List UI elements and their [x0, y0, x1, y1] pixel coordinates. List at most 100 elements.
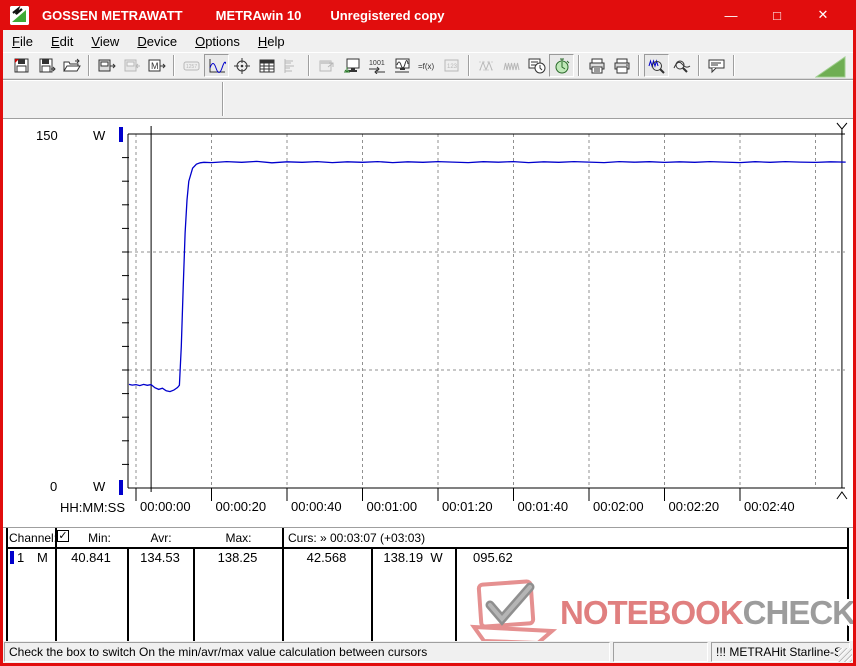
- menu-file[interactable]: File: [3, 32, 42, 51]
- value-avr: 134.53: [127, 550, 193, 565]
- zoom-curve-icon[interactable]: [669, 54, 694, 77]
- svg-text:00:01:20: 00:01:20: [442, 499, 493, 514]
- table-divider: [455, 547, 457, 642]
- toolbar-separator: [638, 55, 640, 76]
- y-axis-unit-bottom: W: [93, 479, 105, 494]
- status-bar: Check the box to switch On the min/avr/m…: [3, 641, 853, 663]
- y-axis-min-label: 0: [50, 479, 57, 494]
- timer-icon[interactable]: [549, 54, 574, 77]
- maximize-button[interactable]: □: [754, 0, 800, 30]
- wave-minmax-icon[interactable]: [474, 54, 499, 77]
- title-license-note: Unregistered copy: [330, 8, 444, 23]
- crosshair-icon[interactable]: [229, 54, 254, 77]
- svg-text:00:01:00: 00:01:00: [367, 499, 418, 514]
- toolbar-separator: [698, 55, 700, 76]
- menu-edit[interactable]: Edit: [42, 32, 82, 51]
- menu-options[interactable]: Options: [186, 32, 249, 51]
- svg-text:00:02:40: 00:02:40: [744, 499, 795, 514]
- table-divider: [6, 528, 8, 642]
- menu-device[interactable]: Device: [128, 32, 186, 51]
- notebookcheck-laptop-icon: [468, 575, 560, 651]
- numeric-window-icon[interactable]: 123: [439, 54, 464, 77]
- col-header-max: Max:: [195, 531, 282, 545]
- connection-status-triangle-icon: [815, 56, 846, 78]
- device-read-icon[interactable]: [94, 54, 119, 77]
- svg-text:=f(x): =f(x): [418, 62, 435, 71]
- table-header-rule: [6, 547, 848, 549]
- col-header-cursor: Curs: » 00:03:07 (+03:03): [288, 531, 425, 545]
- chart-view-icon[interactable]: [204, 54, 229, 77]
- table-divider: [55, 528, 57, 642]
- value-cursor2: 138.19 W: [371, 550, 455, 565]
- y-axis-max-label: 150: [36, 128, 58, 143]
- table-divider: [282, 528, 284, 642]
- svg-text:00:00:20: 00:00:20: [216, 499, 267, 514]
- device-write-icon[interactable]: [119, 54, 144, 77]
- open-folder-icon[interactable]: [59, 54, 84, 77]
- svg-text:1257: 1257: [186, 64, 197, 70]
- monitor-transfer-icon[interactable]: [339, 54, 364, 77]
- clock-window-icon[interactable]: [524, 54, 549, 77]
- svg-text:123: 123: [447, 64, 458, 70]
- minimize-button[interactable]: —: [708, 0, 754, 30]
- chart-panel: 00:00:00 00:00:20 00:00:40 00:01:00 00:01:20…: [3, 118, 853, 527]
- wave-dense-icon[interactable]: [499, 54, 524, 77]
- watermark-text-check: CHECK: [743, 594, 855, 631]
- monitor-wave-icon[interactable]: [389, 54, 414, 77]
- histogram-view-icon[interactable]: [279, 54, 304, 77]
- svg-text:01: 01: [377, 60, 385, 67]
- minmax-checkbox[interactable]: ✓: [57, 530, 69, 542]
- watermark-text-notebook: NOTEBOOK: [560, 594, 743, 631]
- col-header-min: Min:: [72, 531, 127, 545]
- table-view-icon[interactable]: [254, 54, 279, 77]
- save-icon[interactable]: [9, 54, 34, 77]
- statusbar-empty-panel: [613, 642, 708, 662]
- title-bar: GOSSEN METRAWATT METRAwin 10 Unregistere…: [0, 0, 856, 30]
- memory-read-icon[interactable]: M: [144, 54, 169, 77]
- svg-text:00:00:40: 00:00:40: [291, 499, 342, 514]
- tooltip-icon[interactable]: [704, 54, 729, 77]
- statusbar-device: !!! METRAHit Starline-S: [711, 642, 850, 662]
- value-cursor1: 42.568: [282, 550, 371, 565]
- svg-text:M: M: [151, 61, 159, 71]
- metrawin-window: GOSSEN METRAWATT METRAwin 10 Unregistere…: [0, 0, 856, 666]
- printer-icon[interactable]: [609, 54, 634, 77]
- save-as-icon[interactable]: [34, 54, 59, 77]
- digital-transfer-icon[interactable]: 1001: [364, 54, 389, 77]
- zoom-wave-icon[interactable]: [644, 54, 669, 77]
- svg-text:00:02:20: 00:02:20: [669, 499, 720, 514]
- svg-text:10: 10: [369, 60, 377, 67]
- statusbar-message: Check the box to switch On the min/avr/m…: [4, 642, 610, 662]
- app-logo-icon: [10, 6, 29, 25]
- channel-type: M: [37, 550, 48, 565]
- resize-grip[interactable]: [838, 648, 852, 662]
- toolbar-separator: [468, 55, 470, 76]
- value-max: 138.25: [193, 550, 282, 565]
- info-panel-divider: [222, 82, 224, 116]
- formula-icon[interactable]: =f(x): [414, 54, 439, 77]
- value-min: 40.841: [55, 550, 127, 565]
- toolbar-separator: [173, 55, 175, 76]
- svg-text:00:02:00: 00:02:00: [593, 499, 644, 514]
- svg-text:00:00:00: 00:00:00: [140, 499, 191, 514]
- col-header-channel: Channel:: [9, 531, 57, 545]
- close-button[interactable]: ✕: [800, 0, 846, 30]
- toolbar-separator: [578, 55, 580, 76]
- menu-view[interactable]: View: [82, 32, 128, 51]
- lcd-display-icon[interactable]: 1257: [179, 54, 204, 77]
- svg-text:00:01:40: 00:01:40: [518, 499, 569, 514]
- title-app-name: GOSSEN METRAWATT: [42, 8, 183, 23]
- toolbar-separator: [88, 55, 90, 76]
- menu-bar: File Edit View Device Options Help: [3, 30, 853, 52]
- col-header-avr: Avr:: [129, 531, 193, 545]
- value-cursor-diff: 095.62: [473, 550, 513, 565]
- chart-svg[interactable]: 00:00:00 00:00:20 00:00:40 00:01:00 00:01:20…: [3, 119, 853, 527]
- menu-help[interactable]: Help: [249, 32, 294, 51]
- info-panel: Trig: OFF Chan: 123456789 Status: Browsi…: [3, 79, 853, 118]
- print-report-icon[interactable]: [584, 54, 609, 77]
- channel-color-marker: [10, 551, 14, 564]
- window-export-icon[interactable]: [314, 54, 339, 77]
- y-axis-unit-top: W: [93, 128, 105, 143]
- toolbar-separator: [733, 55, 735, 76]
- toolbar: M 1257 1001 =f(x) 123: [3, 52, 853, 79]
